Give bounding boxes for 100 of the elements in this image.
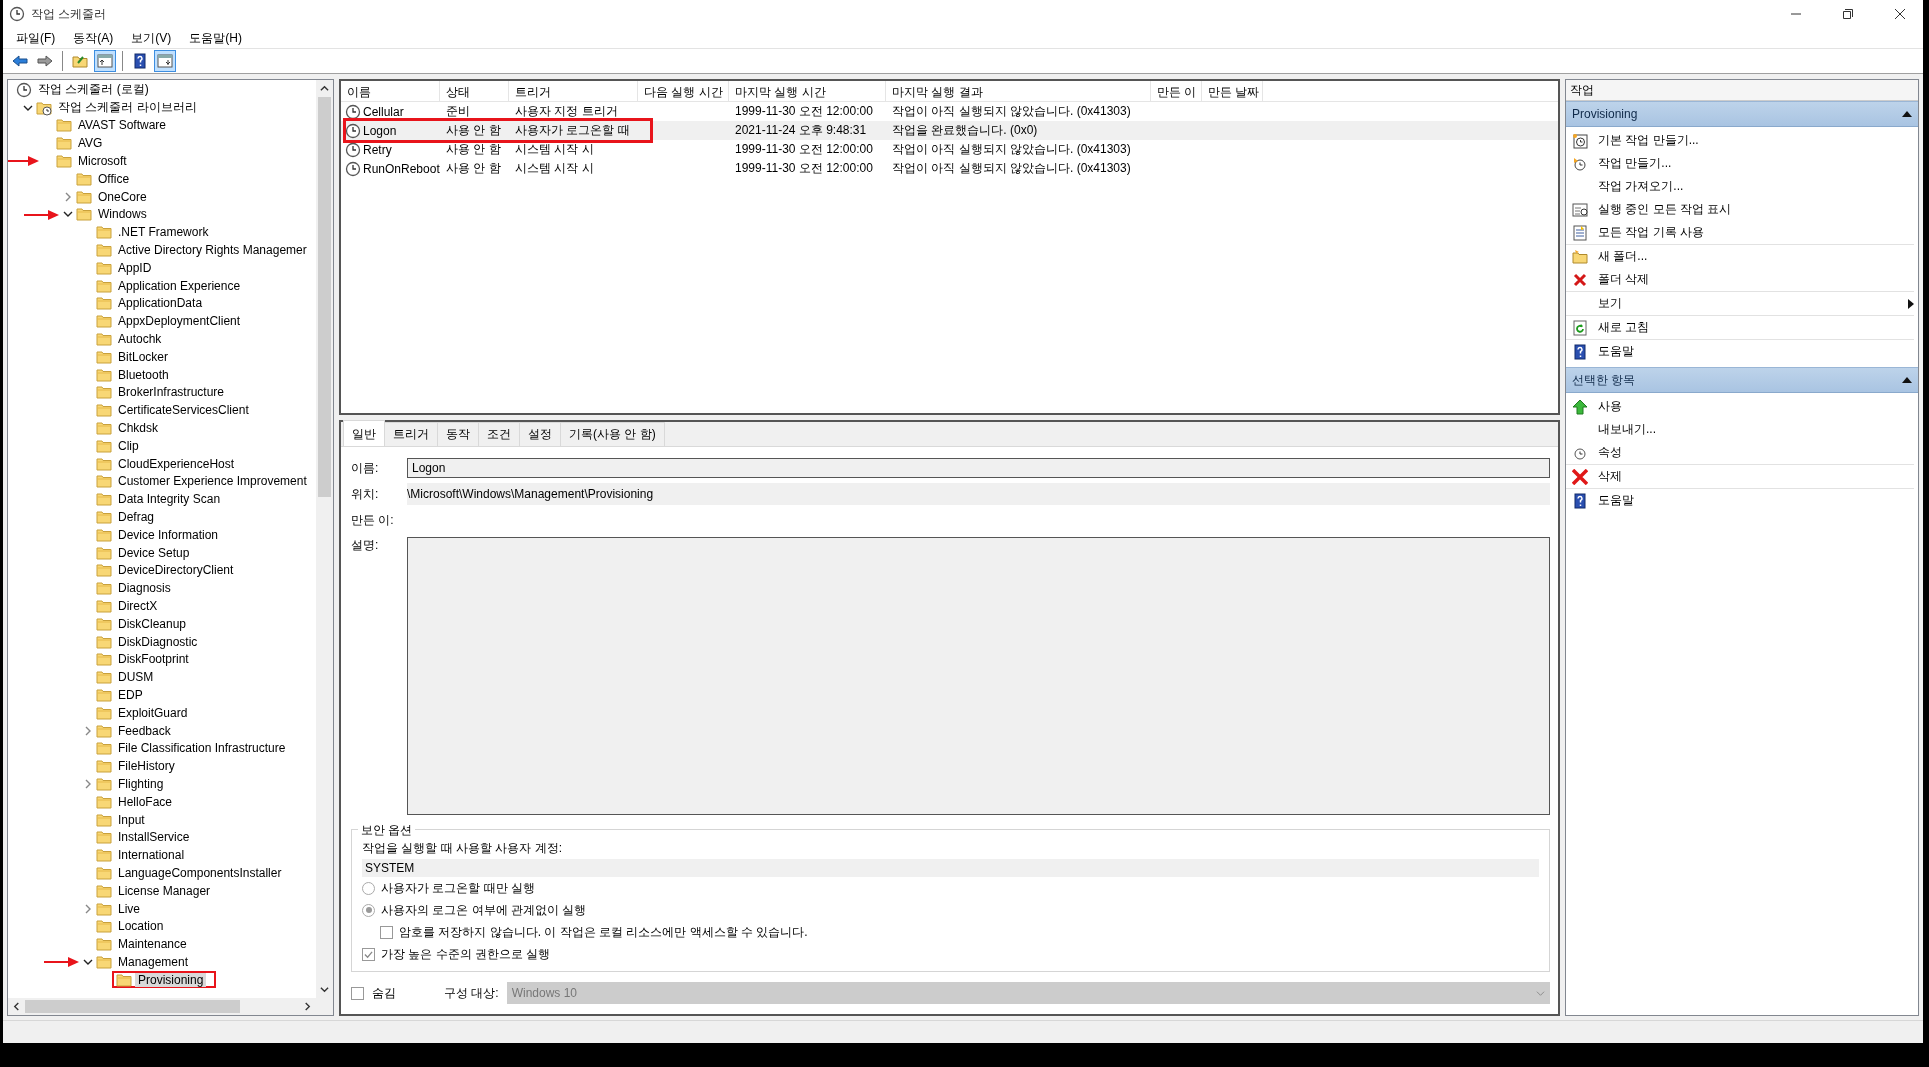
action-item[interactable]: 새 폴더... <box>1598 248 1914 265</box>
column-header[interactable]: 마지막 실행 시간 <box>729 81 886 101</box>
action-item[interactable]: 삭제 <box>1598 468 1914 485</box>
tree-item[interactable]: Microsoft <box>75 153 130 170</box>
tree-item[interactable]: BitLocker <box>115 348 172 365</box>
scrollbar[interactable] <box>316 80 333 998</box>
action-item[interactable]: 작업 만들기... <box>1598 155 1914 172</box>
column-header[interactable]: 트리거 <box>509 81 638 101</box>
table-row[interactable]: RunOnReboot 사용 안 함 시스템 시작 시 1999-11-30 오전 12:00:00 작업이 아직 실행되지 않았습니다. (0x41303) <box>341 159 1558 178</box>
checkbox[interactable] <box>362 947 375 961</box>
tree-item[interactable]: Management <box>115 953 192 970</box>
tree-item[interactable]: Defrag <box>115 509 158 525</box>
tree-item[interactable]: Input <box>115 811 148 828</box>
action-item[interactable]: 실행 중인 모든 작업 표시 <box>1598 201 1914 218</box>
tree-item[interactable]: ExploitGuard <box>115 704 191 721</box>
checkbox[interactable] <box>380 925 393 939</box>
menu-item[interactable]: 파일(F) <box>7 27 65 49</box>
tree-item[interactable]: ApplicationData <box>115 295 206 312</box>
tree-item[interactable]: BrokerInfrastructure <box>115 384 228 401</box>
tree-item[interactable]: DiskFootprint <box>115 651 192 668</box>
checkbox[interactable] <box>351 986 364 1000</box>
tree-item[interactable]: OneCore <box>95 188 150 205</box>
column-header[interactable]: 다음 실행 시간 <box>638 81 729 101</box>
tree-item[interactable]: Office <box>95 170 133 187</box>
tree-item[interactable]: LanguageComponentsInstaller <box>115 864 285 881</box>
tree-item[interactable]: Data Integrity Scan <box>115 491 224 508</box>
action-item[interactable]: 도움말 <box>1598 492 1914 509</box>
tree-item[interactable]: DeviceDirectoryClient <box>115 562 237 579</box>
tree-item[interactable]: Windows <box>95 206 150 223</box>
tree-item[interactable]: Live <box>115 900 143 917</box>
scroll-right-icon[interactable] <box>303 1002 312 1011</box>
scroll-left-icon[interactable] <box>12 1002 21 1011</box>
tree-item[interactable]: InstallService <box>115 829 193 846</box>
tree-item[interactable]: Autochk <box>115 331 165 348</box>
tree-item[interactable]: Flighting <box>115 775 167 792</box>
column-header[interactable]: 이름 <box>341 81 440 101</box>
tree-item[interactable]: EDP <box>115 687 146 703</box>
chevron-right-icon[interactable] <box>63 191 73 202</box>
tree-item[interactable]: Maintenance <box>115 936 190 953</box>
tree-item[interactable]: Provisioning <box>135 972 207 987</box>
action-item[interactable]: 속성 <box>1598 444 1914 461</box>
tree-item[interactable]: 작업 스케줄러 (로컬) <box>35 80 152 100</box>
tree-item[interactable]: Diagnosis <box>115 580 174 597</box>
tree-item[interactable]: DUSM <box>115 669 157 686</box>
tree-item[interactable]: .NET Framework <box>115 224 212 241</box>
tree-item[interactable]: HelloFace <box>115 793 176 810</box>
tree-item[interactable]: File Classification Infrastructure <box>115 740 289 757</box>
action-item[interactable]: 기본 작업 만들기... <box>1598 132 1914 149</box>
tree-item[interactable]: License Manager <box>115 882 214 899</box>
table-row[interactable]: Logon 사용 안 함 사용자가 로그온할 때 2021-11-24 오후 9:48:31 작업을 완료했습니다. (0x0) <box>341 121 1558 140</box>
tree-item[interactable]: AVAST Software <box>75 117 170 134</box>
action-item[interactable]: 작업 가져오기... <box>1598 178 1914 195</box>
tree-item[interactable]: Device Setup <box>115 544 193 561</box>
tab[interactable]: 기록(사용 안 함) <box>560 422 665 446</box>
description-field[interactable] <box>407 537 1550 815</box>
tree-item[interactable]: Application Experience <box>115 277 244 294</box>
chevron-right-icon[interactable] <box>83 903 93 914</box>
column-header[interactable]: 만든 날짜 <box>1202 81 1263 101</box>
column-header[interactable]: 만든 이 <box>1151 81 1202 101</box>
tree-item[interactable]: Feedback <box>115 722 174 739</box>
action-item[interactable]: 폴더 삭제 <box>1598 271 1914 288</box>
menu-item[interactable]: 보기(V) <box>122 27 181 49</box>
chevron-right-icon[interactable] <box>83 725 93 736</box>
column-header[interactable]: 마지막 실행 결과 <box>886 81 1151 101</box>
tree-item[interactable]: DiskCleanup <box>115 615 190 632</box>
name-field[interactable]: Logon <box>407 458 1550 478</box>
tree-item[interactable]: Active Directory Rights Managemer <box>115 242 310 259</box>
action-item[interactable]: 새로 고침 <box>1598 319 1914 336</box>
tree-item[interactable]: CloudExperienceHost <box>115 455 238 472</box>
tree-item[interactable]: 작업 스케줄러 라이브러리 <box>55 98 200 118</box>
tree-item[interactable]: Clip <box>115 437 142 454</box>
tree-item[interactable]: Device Information <box>115 526 222 543</box>
table-row[interactable]: Cellular 준비 사용자 지정 트리거 1999-11-30 오전 12:00:00 작업이 아직 실행되지 않았습니다. (0x41303) <box>341 102 1558 121</box>
scroll-down-icon[interactable] <box>320 985 329 994</box>
tree-item[interactable]: International <box>115 847 188 864</box>
action-item[interactable]: 보기 <box>1598 295 1908 312</box>
action-item[interactable]: 도움말 <box>1598 343 1914 360</box>
section-header[interactable]: 선택한 항목 <box>1566 367 1918 393</box>
scroll-up-icon[interactable] <box>320 84 329 93</box>
menu-item[interactable]: 도움말(H) <box>180 27 251 49</box>
tree-item[interactable]: DiskDiagnostic <box>115 633 201 650</box>
section-header[interactable]: Provisioning <box>1566 101 1918 127</box>
tree-item[interactable]: Bluetooth <box>115 366 172 383</box>
tree-item[interactable]: CertificateServicesClient <box>115 402 252 419</box>
table-row[interactable]: Retry 사용 안 함 시스템 시작 시 1999-11-30 오전 12:00:00 작업이 아직 실행되지 않았습니다. (0x41303) <box>341 140 1558 159</box>
tree-item[interactable]: FileHistory <box>115 758 178 775</box>
tree-item[interactable]: AVG <box>75 135 106 152</box>
column-header[interactable]: 상태 <box>440 81 509 101</box>
radio-button[interactable] <box>362 881 375 895</box>
radio-button[interactable] <box>362 903 375 917</box>
tree-item[interactable]: Customer Experience Improvement <box>115 473 310 490</box>
tree-item[interactable]: DirectX <box>115 598 161 614</box>
action-item[interactable]: 내보내기... <box>1598 421 1914 438</box>
tree-item[interactable]: AppxDeploymentClient <box>115 313 244 330</box>
scrollbar[interactable] <box>8 998 333 1015</box>
tree-item[interactable]: Location <box>115 918 167 935</box>
chevron-right-icon[interactable] <box>83 778 93 789</box>
action-item[interactable]: 사용 <box>1598 398 1914 415</box>
tab[interactable]: 일반 <box>343 420 385 446</box>
tree-item[interactable]: AppID <box>115 259 155 276</box>
